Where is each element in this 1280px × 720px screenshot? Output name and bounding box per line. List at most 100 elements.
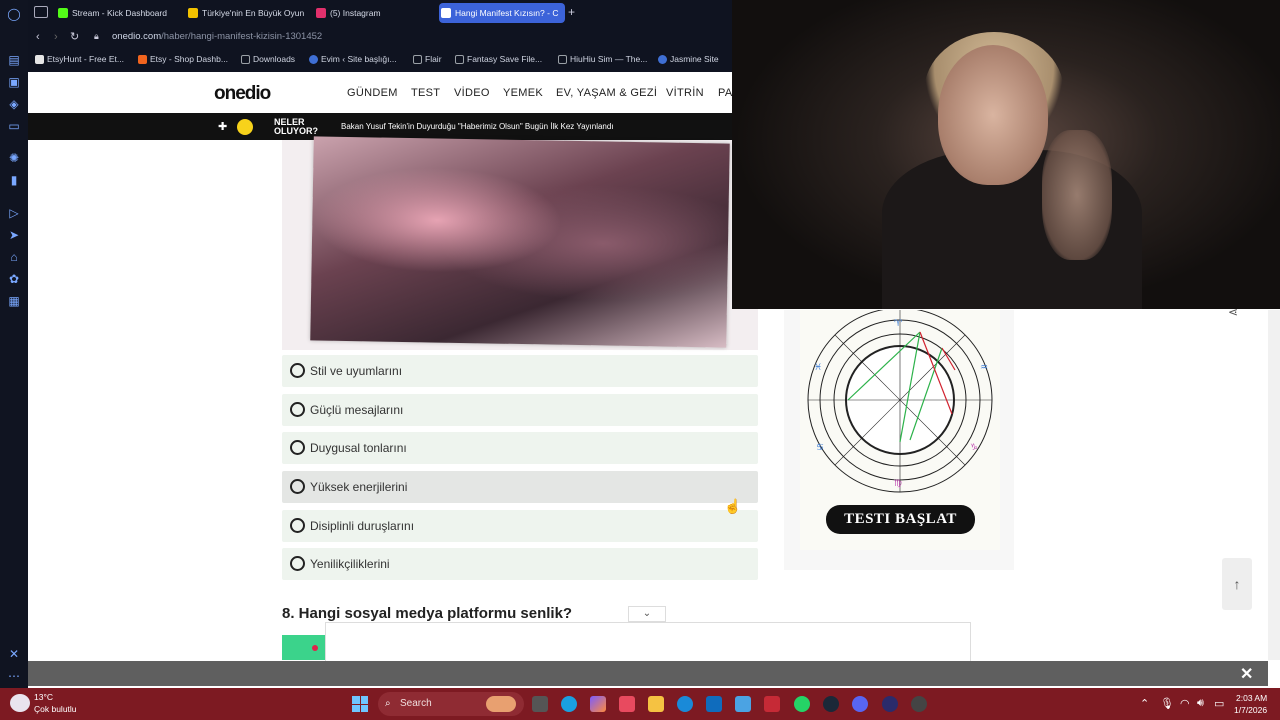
forward-icon[interactable]: ›	[54, 31, 58, 43]
page-icon	[558, 55, 567, 64]
bookmark-evim[interactable]: Evim ‹ Site başlığı...	[309, 54, 397, 64]
nav-more[interactable]: PA	[718, 87, 732, 99]
discord-icon[interactable]	[852, 696, 868, 712]
shop-icon[interactable]: ⌂	[6, 249, 22, 265]
nav-vitrin[interactable]: VİTRİN	[666, 87, 704, 99]
start-test-button[interactable]: TESTI BAŞLAT	[826, 505, 975, 534]
page-scrollbar[interactable]	[1268, 310, 1280, 660]
start-windows-icon[interactable]	[352, 696, 368, 712]
taskbar: 13°C Çok bulutlu ⌕ Search ⌃ 🎙︎ ◠ 🔊︎ ▭ 2:…	[0, 688, 1280, 720]
more-icon[interactable]: ⋯	[6, 668, 22, 684]
search-highlight-icon	[486, 696, 516, 712]
dot-icon	[312, 645, 318, 651]
nav-video[interactable]: VİDEO	[454, 87, 490, 99]
tab-onedio[interactable]: Hangi Manifest Kızısın? - C	[439, 3, 565, 23]
etsy-icon	[138, 55, 147, 64]
workspace-icon[interactable]: ▤	[6, 52, 22, 68]
task-view-icon[interactable]	[532, 696, 548, 712]
new-tab-button[interactable]: +	[568, 5, 575, 19]
radio-button[interactable]	[290, 518, 305, 533]
quiz-option[interactable]: Yüksek enerjilerini	[282, 471, 758, 503]
browser-side-rail: ◯ ▤ ▣ ◈ ▭ ✺ ▮ ▷ ➤ ⌂ ✿ ▦ ✕ ⋯	[0, 0, 28, 688]
bookmark-flair[interactable]: Flair	[413, 54, 442, 64]
volume-icon[interactable]: 🔊︎	[1197, 697, 1204, 710]
quiz-option[interactable]: Disiplinli duruşlarını	[282, 510, 758, 542]
lock-icon[interactable]: 🔒︎	[94, 31, 99, 42]
quiz-option[interactable]: Stil ve uyumlarını	[282, 355, 758, 387]
bookmark-fantasy[interactable]: Fantasy Save File...	[455, 54, 542, 64]
app-icon[interactable]	[735, 696, 751, 712]
whatsapp-icon[interactable]	[794, 696, 810, 712]
quiz-option[interactable]: Duygusal tonlarını	[282, 432, 758, 464]
bookmark-jasmine[interactable]: Jasmine Site	[658, 54, 719, 64]
clock-time[interactable]: 2:03 AM	[1236, 693, 1267, 703]
back-icon[interactable]: ‹	[36, 31, 40, 43]
obs-like-icon[interactable]	[882, 696, 898, 712]
media-icon[interactable]: ▭	[6, 118, 22, 134]
file-explorer-icon[interactable]	[648, 696, 664, 712]
bookmark-hiuhiu[interactable]: HiuHiu Sim — The...	[558, 54, 647, 64]
taskbar-search[interactable]: ⌕ Search	[378, 692, 524, 716]
nav-test[interactable]: TEST	[411, 87, 440, 99]
wifi-icon[interactable]: ◠	[1180, 697, 1190, 710]
play-icon[interactable]: ▷	[6, 205, 22, 221]
reload-icon[interactable]: ↻	[70, 30, 79, 43]
bookmark-etsy[interactable]: Etsy - Shop Dashb...	[138, 54, 228, 64]
radio-button[interactable]	[290, 440, 305, 455]
battery-icon[interactable]: ▭	[1214, 697, 1224, 710]
tab-overview-icon[interactable]	[34, 6, 48, 18]
quiz-option[interactable]: Güçlü mesajlarını	[282, 394, 758, 426]
tab-instagram[interactable]: (5) Instagram	[314, 3, 434, 23]
nav-gundem[interactable]: GÜNDEM	[347, 87, 398, 99]
weather-temp[interactable]: 13°C	[34, 692, 53, 702]
radio-button[interactable]	[290, 363, 305, 378]
browser-logo-icon[interactable]: ◯	[6, 6, 22, 22]
send-icon[interactable]: ➤	[6, 227, 22, 243]
nav-yemek[interactable]: YEMEK	[503, 87, 543, 99]
steam-icon[interactable]	[823, 696, 839, 712]
tab-bar: Stream - Kick Dashboard Türkiye'nin En B…	[28, 0, 732, 26]
scroll-to-top-button[interactable]: ↑	[1222, 558, 1252, 610]
gx-icon[interactable]: ✕	[6, 646, 22, 662]
ticker-logo-icon	[237, 119, 253, 135]
tab-kick[interactable]: Stream - Kick Dashboard	[56, 3, 181, 23]
bookmark-downloads[interactable]: Downloads	[241, 54, 295, 64]
obs-icon[interactable]	[911, 696, 927, 712]
radio-button[interactable]	[290, 556, 305, 571]
chatgpt-icon[interactable]: ✺	[6, 150, 22, 166]
store-icon[interactable]	[619, 696, 635, 712]
inbox-icon[interactable]: ▣	[6, 74, 22, 90]
site-logo[interactable]: onedio	[214, 83, 271, 105]
quiz-photo	[282, 136, 758, 350]
weather-description[interactable]: Çok bulutlu	[34, 704, 77, 714]
nav-ev-yasam[interactable]: EV, YAŞAM & GEZİ	[556, 87, 657, 99]
quiz-option[interactable]: Yenilikçiliklerini	[282, 548, 758, 580]
apps-icon[interactable]: ◈	[6, 96, 22, 112]
site-favicon-icon	[188, 8, 198, 18]
microphone-icon[interactable]: 🎙︎	[1160, 697, 1174, 710]
game-icon[interactable]: ✿	[6, 271, 22, 287]
close-ad-icon[interactable]: ✕	[1240, 664, 1253, 684]
outlook-icon[interactable]	[706, 696, 722, 712]
url-field[interactable]: onedio.com/haber/hangi-manifest-kizisin-…	[112, 31, 322, 42]
page-icon	[413, 55, 422, 64]
edge-icon[interactable]	[561, 696, 577, 712]
opera-gx-icon[interactable]	[764, 696, 780, 712]
briefcase-icon[interactable]: ▦	[6, 293, 22, 309]
ticker-headline[interactable]: Bakan Yusuf Tekin'in Duyurduğu "Haberimi…	[341, 122, 614, 131]
tray-chevron-icon[interactable]: ⌃	[1140, 697, 1149, 710]
edge-dev-icon[interactable]	[677, 696, 693, 712]
tab-game-site[interactable]: Türkiye'nin En Büyük Oyun	[186, 3, 306, 23]
copilot-icon[interactable]	[590, 696, 606, 712]
collapse-ad-button[interactable]: ⌄	[628, 606, 666, 622]
clock-date[interactable]: 1/7/2026	[1234, 705, 1267, 715]
wordpress-icon	[658, 55, 667, 64]
svg-text:♋: ♋	[816, 443, 824, 453]
weather-icon[interactable]	[10, 694, 30, 712]
radio-button[interactable]	[290, 479, 305, 494]
grid-icon[interactable]: ✚	[218, 120, 227, 133]
bookmark-icon	[35, 55, 44, 64]
radio-button[interactable]	[290, 402, 305, 417]
bookmark-etsyhunt[interactable]: EtsyHunt - Free Et...	[35, 54, 124, 64]
twitch-icon[interactable]: ▮	[6, 172, 22, 188]
